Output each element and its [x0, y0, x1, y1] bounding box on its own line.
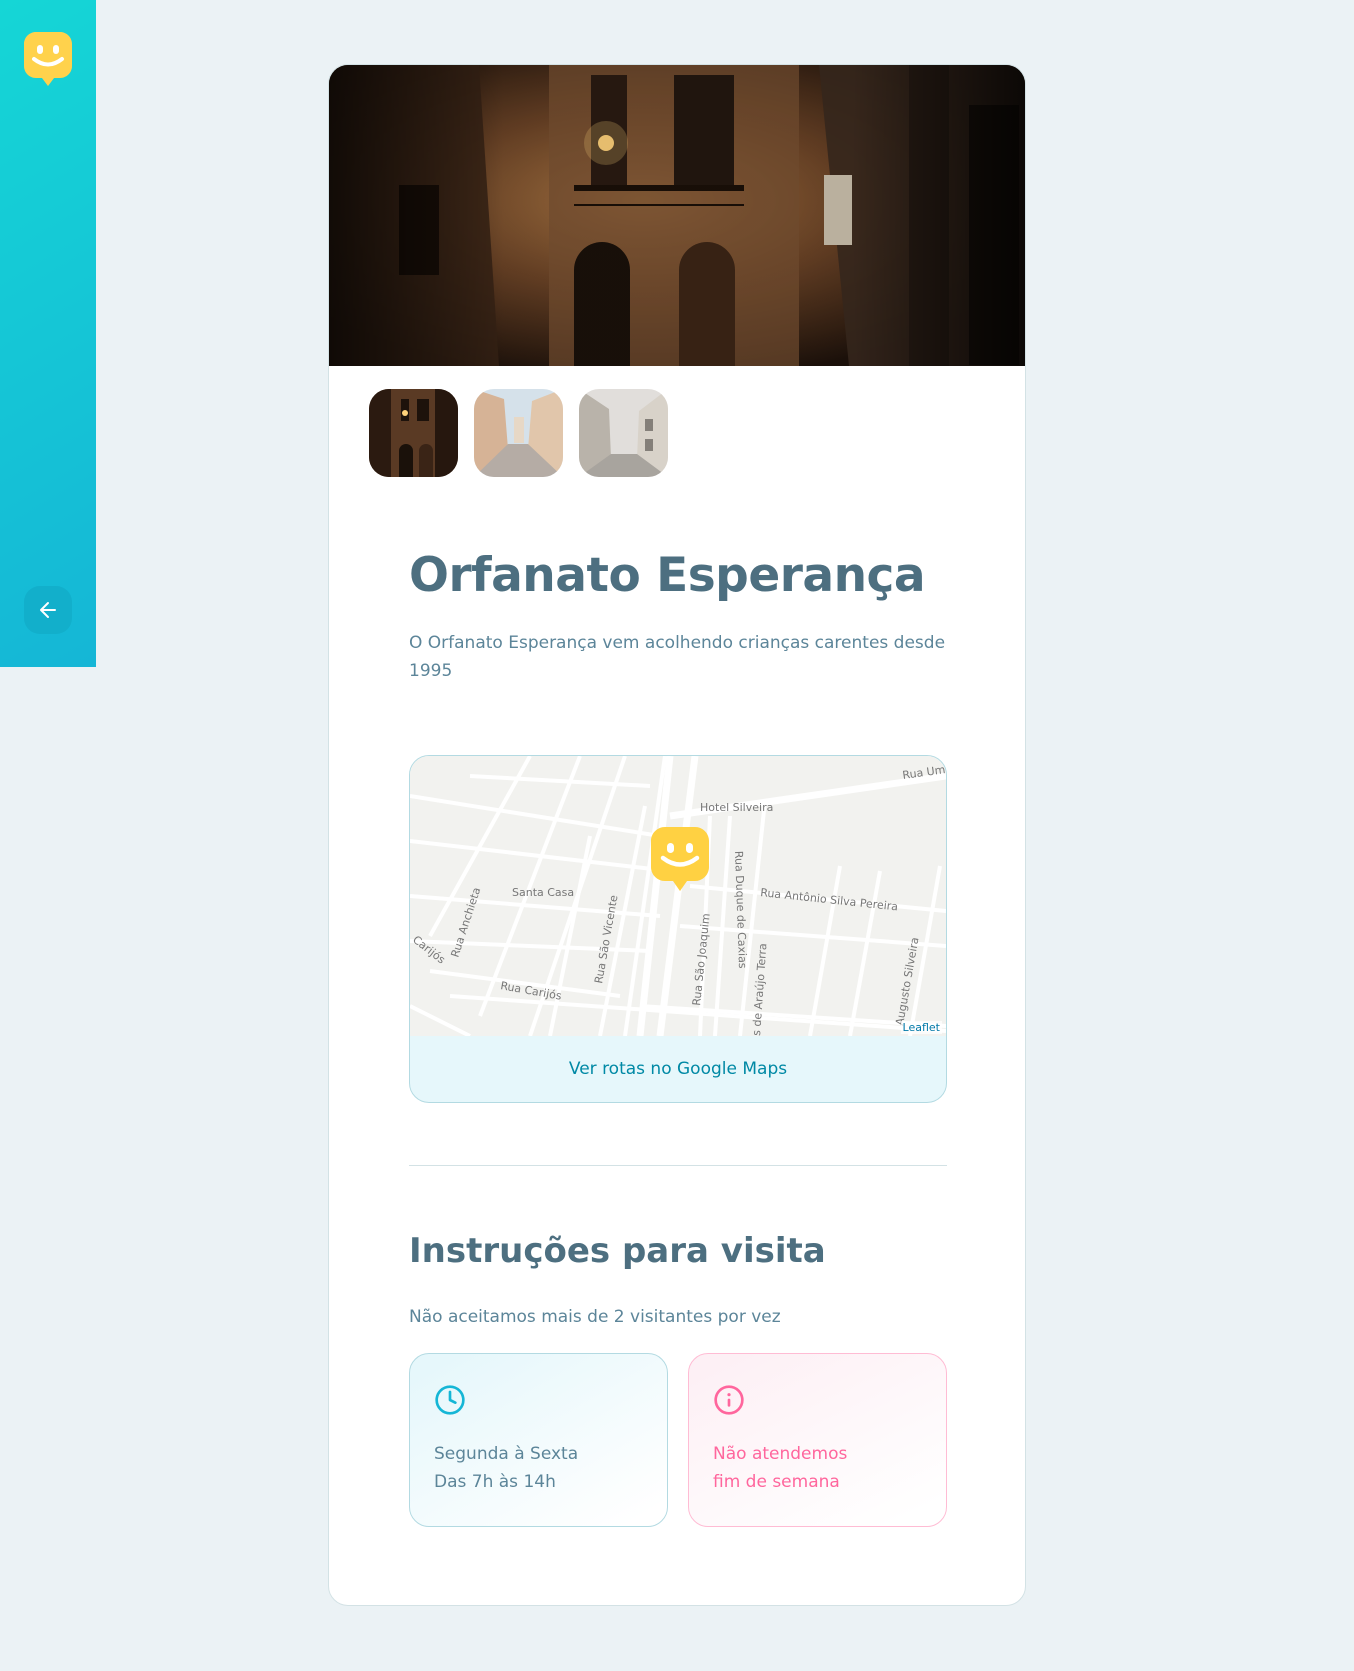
thumbnail-image	[579, 389, 668, 477]
map[interactable]: Hotel Silveira Santa Casa Rua Um Rua Ant…	[410, 756, 946, 1036]
opening-hours-text: Segunda à Sexta Das 7h às 14h	[434, 1440, 643, 1496]
thumbnail-3[interactable]	[579, 389, 668, 477]
orphanage-details-card: Orfanato Esperança O Orfanato Esperança …	[328, 64, 1026, 1606]
thumbnail-1[interactable]	[369, 389, 458, 477]
map-label-santa-casa: Santa Casa	[512, 886, 574, 899]
opening-time: Das 7h às 14h	[434, 1472, 556, 1492]
orphanage-info: Orfanato Esperança O Orfanato Esperança …	[409, 549, 947, 685]
happy-face-map-marker[interactable]	[651, 827, 709, 893]
clock-icon	[435, 1385, 465, 1415]
thumbnail-image	[369, 389, 458, 477]
orphanage-about: O Orfanato Esperança vem acolhendo crian…	[409, 633, 946, 681]
opening-hours-card: Segunda à Sexta Das 7h às 14h	[409, 1353, 668, 1527]
divider	[409, 1165, 947, 1166]
image-thumbnails	[369, 389, 668, 477]
thumbnail-image	[474, 389, 563, 477]
map-label-hotel: Hotel Silveira	[700, 801, 773, 814]
sidebar	[0, 0, 96, 667]
arrow-left-icon	[40, 602, 56, 618]
visit-instructions-title: Instruções para visita	[409, 1231, 826, 1271]
opening-days: Segunda à Sexta	[434, 1444, 579, 1464]
weekend-notice-text: Não atendemos fim de semana	[713, 1440, 922, 1496]
leaflet-attribution[interactable]: Leaflet	[900, 1021, 942, 1034]
info-icon	[714, 1385, 744, 1415]
google-maps-routes-link[interactable]: Ver rotas no Google Maps	[410, 1036, 946, 1102]
weekend-line-2: fim de semana	[713, 1472, 840, 1492]
visit-instructions-text: Não aceitamos mais de 2 visitantes por v…	[409, 1307, 781, 1327]
thumbnail-2[interactable]	[474, 389, 563, 477]
map-container: Hotel Silveira Santa Casa Rua Um Rua Ant…	[409, 755, 947, 1103]
weekend-line-1: Não atendemos	[713, 1444, 848, 1464]
orphanage-name: Orfanato Esperança	[409, 548, 926, 603]
happy-face-logo-icon[interactable]	[24, 32, 72, 87]
weekend-notice-card: Não atendemos fim de semana	[688, 1353, 947, 1527]
map-tiles: Hotel Silveira Santa Casa Rua Um Rua Ant…	[410, 756, 946, 1036]
back-button[interactable]	[24, 586, 72, 634]
hero-image	[329, 65, 1025, 366]
